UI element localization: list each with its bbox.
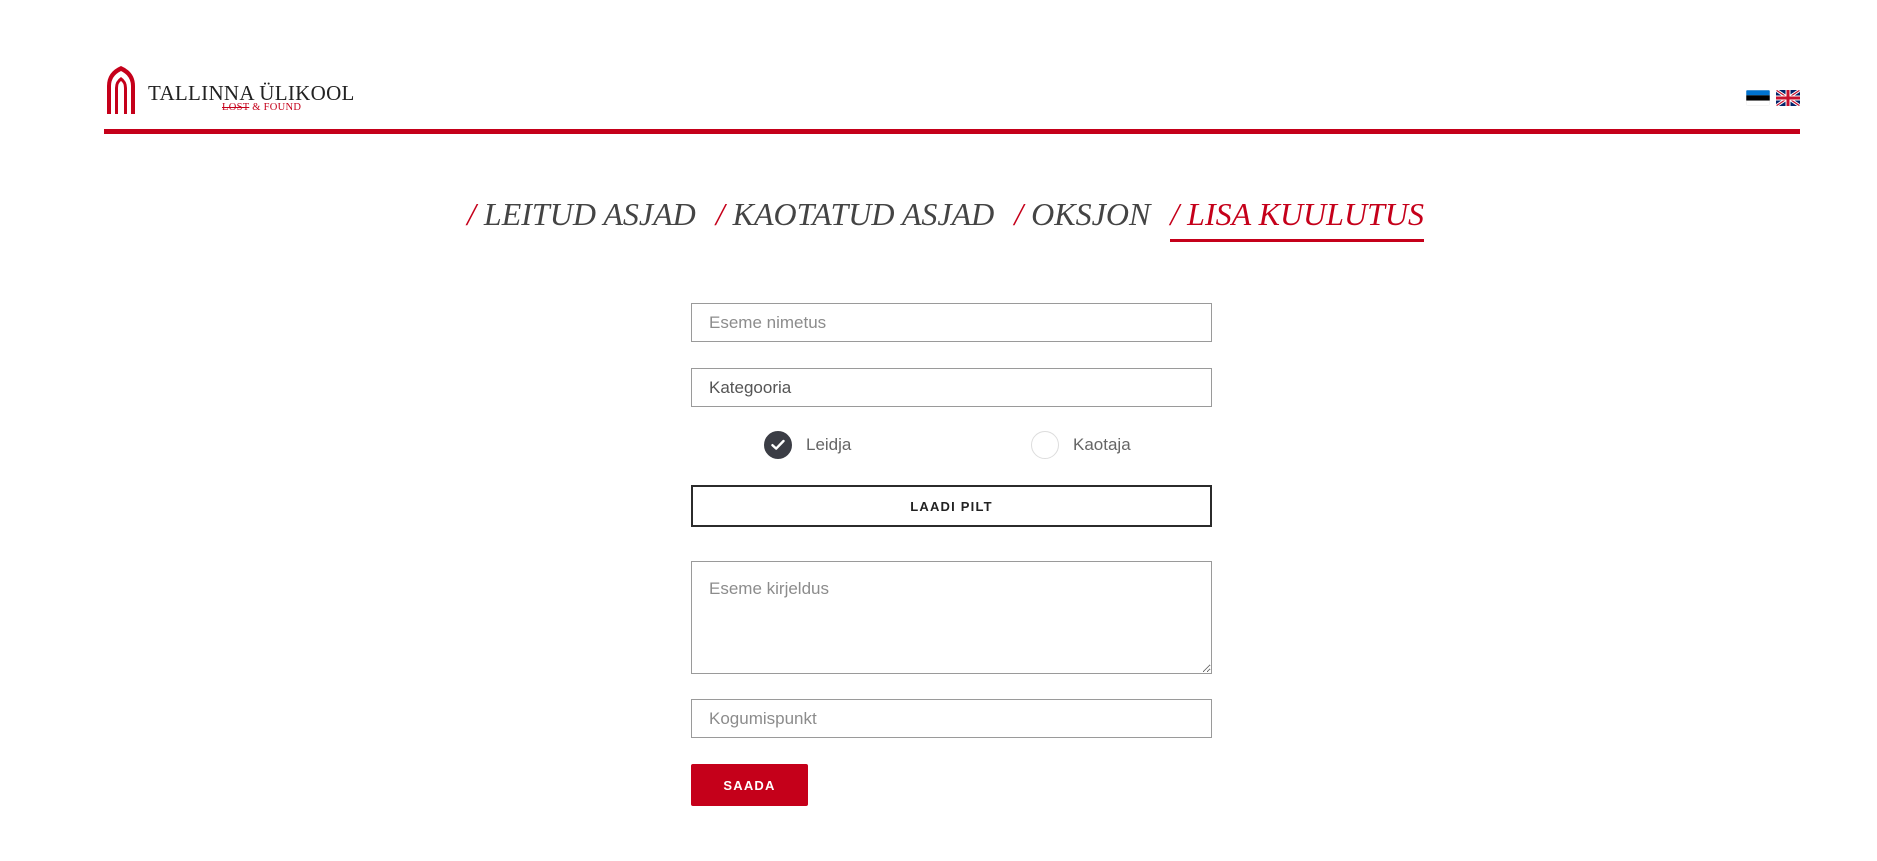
nav-label: LISA KUULUTUS [1187, 196, 1424, 232]
logo-wordmark: TALLINNA ÜLIKOOL LOST & FOUND [148, 64, 368, 116]
site-logo[interactable]: TALLINNA ÜLIKOOL LOST & FOUND [104, 64, 368, 116]
radio-loser-label: Kaotaja [1073, 435, 1131, 454]
add-listing-form: Kategooria Leidja Kaotaja LAADI PILT SAA… [691, 303, 1212, 806]
item-description-textarea[interactable] [691, 561, 1212, 674]
nav-slash: / [467, 196, 476, 232]
logo-subtitle: LOST & FOUND [222, 102, 301, 113]
role-radio-group: Leidja Kaotaja [691, 431, 1212, 471]
main-nav: / LEITUD ASJAD / KAOTATUD ASJAD / OKSJON / L… [0, 196, 1877, 242]
radio-loser[interactable]: Kaotaja [1031, 431, 1131, 459]
gothic-arch-icon [107, 66, 135, 114]
nav-auction[interactable]: / OKSJON [1014, 196, 1150, 242]
header-divider [104, 129, 1800, 134]
nav-label: KAOTATUD ASJAD [732, 196, 995, 232]
nav-lost-items[interactable]: / KAOTATUD ASJAD [716, 196, 995, 242]
nav-slash: / [1014, 196, 1024, 232]
collection-point-input[interactable] [691, 699, 1212, 738]
radio-finder[interactable]: Leidja [764, 431, 851, 459]
nav-slash: / [1170, 196, 1180, 232]
nav-found-items[interactable]: / LEITUD ASJAD [467, 196, 696, 242]
estonia-flag-icon[interactable] [1746, 90, 1770, 106]
checkmark-icon [771, 439, 785, 450]
category-select-value: Kategooria [709, 377, 792, 397]
radio-finder-label: Leidja [806, 435, 852, 454]
radio-loser-circle[interactable] [1031, 431, 1059, 459]
item-name-input[interactable] [691, 303, 1212, 342]
nav-slash: / [715, 196, 725, 232]
radio-finder-circle[interactable] [764, 431, 792, 459]
nav-label: LEITUD ASJAD [483, 196, 696, 232]
site-header: TALLINNA ÜLIKOOL LOST & FOUND [104, 60, 1800, 136]
upload-image-button[interactable]: LAADI PILT [691, 485, 1212, 527]
nav-label: OKSJON [1031, 196, 1151, 232]
category-select[interactable]: Kategooria [691, 368, 1212, 407]
submit-button[interactable]: SAADA [691, 764, 808, 806]
logo-subtitle-rest: & FOUND [249, 102, 302, 113]
logo-subtitle-struck: LOST [222, 102, 250, 113]
language-switcher [1746, 90, 1800, 106]
nav-add-listing[interactable]: / LISA KUULUTUS [1170, 196, 1424, 242]
uk-flag-icon[interactable] [1776, 90, 1800, 106]
